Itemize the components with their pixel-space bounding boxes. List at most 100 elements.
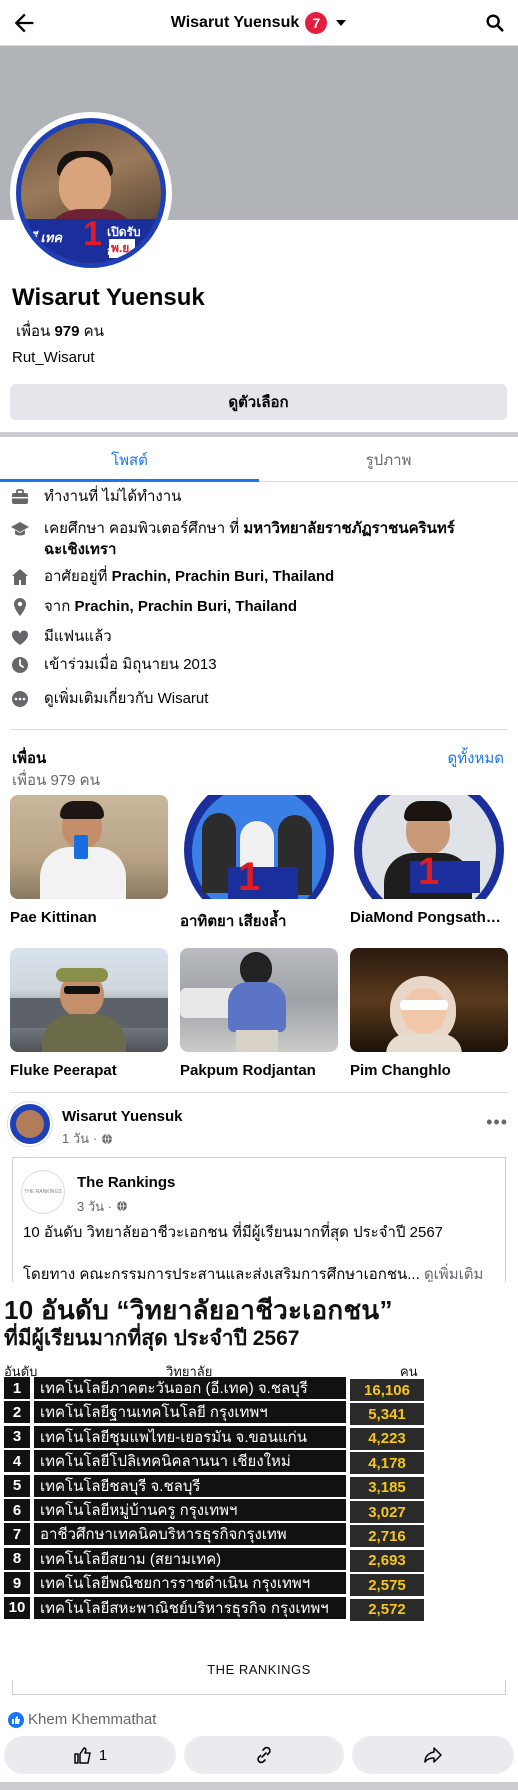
post-author-name[interactable]: Wisarut Yuensuk bbox=[62, 1108, 182, 1125]
lives-place[interactable]: Prachin, Prachin Buri, Thailand bbox=[112, 568, 335, 585]
top-bar: Wisarut Yuensuk 7 bbox=[0, 0, 518, 46]
notification-badge: 7 bbox=[305, 12, 328, 34]
post-meta: 1 วัน · bbox=[62, 1128, 113, 1149]
friend-name[interactable]: DiaMond Pongsathorn bbox=[350, 909, 508, 926]
friend-photo[interactable]: 1 bbox=[180, 795, 338, 899]
friend-photo[interactable] bbox=[10, 795, 168, 899]
ranking-number: 3 bbox=[4, 1425, 30, 1448]
ranking-college-name: เทคโนโลยีสยาม (สยามเทค) bbox=[34, 1547, 346, 1570]
globe-icon bbox=[116, 1200, 127, 1212]
profile-tabs: โพสต์ รูปภาพ bbox=[0, 438, 518, 482]
ranking-row: 1 เทคโนโลยีภาคตะวันออก (อี.เทค) จ.ชลบุรี 1… bbox=[4, 1377, 504, 1401]
from-prefix: จาก bbox=[44, 598, 75, 615]
friend-photo[interactable] bbox=[350, 948, 508, 1052]
friends-summary[interactable]: เพื่อน 979 คน bbox=[16, 319, 104, 343]
from-place[interactable]: Prachin, Prachin Buri, Thailand bbox=[74, 598, 297, 615]
ranking-student-count: 16,106 bbox=[350, 1379, 424, 1401]
avatar: อี.เทค 1 เปิดรับสมัคร พ.ย. bbox=[16, 118, 166, 268]
post-image-rankings[interactable]: 10 อันดับ “วิทยาลัยอาชีวะเอกชน” ที่มีผู้… bbox=[0, 1282, 518, 1680]
ranking-row: 4 เทคโนโลยีโปลิเทคนิคลานนา เชียงใหม่ 4,178 bbox=[4, 1450, 504, 1475]
friend-card[interactable]: Pim Changhlo bbox=[350, 948, 508, 1079]
ranking-number: 7 bbox=[4, 1523, 30, 1546]
ranking-row: 3 เทคโนโลยีชุมแพไทย-เยอรมัน จ.ขอนแก่น 4,22… bbox=[4, 1425, 504, 1450]
friend-photo[interactable] bbox=[180, 948, 338, 1052]
profile-name: Wisarut Yuensuk bbox=[12, 284, 205, 311]
shared-post-excerpt: โดยทาง คณะกรรมการประสานและส่งเสริมการศึก… bbox=[23, 1266, 420, 1283]
options-button[interactable]: ดูตัวเลือก bbox=[10, 384, 507, 420]
friends-title: เพื่อน bbox=[12, 750, 47, 767]
work-text: ทำงานที่ ไม่ได้ทำงาน bbox=[44, 488, 182, 505]
section-separator bbox=[0, 1782, 518, 1790]
shared-author-name[interactable]: The Rankings bbox=[77, 1174, 175, 1191]
joined-text: เข้าร่วมเมื่อ มิถุนายน 2013 bbox=[44, 656, 217, 673]
post-author-avatar[interactable] bbox=[8, 1102, 52, 1146]
ranking-row: 7 อาชีวศึกษาเทคนิคบริหารธุรกิจกรุงเทพ 2,71… bbox=[4, 1523, 504, 1548]
ranking-number: 6 bbox=[4, 1499, 30, 1521]
briefcase-icon bbox=[12, 489, 28, 504]
ranking-number: 10 bbox=[4, 1596, 30, 1619]
like-reaction-icon bbox=[8, 1711, 24, 1728]
profile-picture[interactable]: อี.เทค 1 เปิดรับสมัคร พ.ย. bbox=[10, 112, 172, 274]
friend-card[interactable]: 1 DiaMond Pongsathorn bbox=[350, 795, 508, 926]
ranking-college-name: เทคโนโลยีสหะพาณิชย์บริหารธุรกิจ กรุงเทพฯ bbox=[34, 1596, 346, 1619]
like-icon bbox=[74, 1747, 91, 1764]
username: Rut_Wisarut bbox=[12, 349, 95, 366]
post-time[interactable]: 1 วัน bbox=[62, 1128, 89, 1149]
friends-prefix: เพื่อน bbox=[16, 323, 51, 340]
post-options-icon[interactable]: ••• bbox=[486, 1112, 508, 1133]
ranking-number: 4 bbox=[4, 1450, 30, 1473]
rankings-brand: THE RANKINGS bbox=[207, 1662, 311, 1677]
reactions-summary[interactable]: Khem Khemmathat bbox=[8, 1711, 156, 1728]
caret-down-icon[interactable] bbox=[335, 17, 347, 29]
ranking-row: 6 เทคโนโลยีหมู่บ้านครู กรุงเทพฯ 3,027 bbox=[4, 1499, 504, 1523]
avatar-banner-month: พ.ย. bbox=[109, 239, 135, 258]
copy-link-button[interactable] bbox=[184, 1736, 344, 1774]
education-prefix: เคยศึกษา คอมพิวเตอร์ศึกษา ที่ bbox=[44, 520, 244, 537]
friends-count: 979 bbox=[54, 323, 80, 340]
tab-photos[interactable]: รูปภาพ bbox=[259, 438, 518, 481]
ranking-student-count: 3,185 bbox=[350, 1476, 424, 1499]
share-icon bbox=[424, 1747, 442, 1763]
shared-post-time[interactable]: 3 วัน bbox=[77, 1199, 104, 1214]
share-button[interactable] bbox=[352, 1736, 514, 1774]
about-see-more[interactable]: ดูเพิ่มเติมเกี่ยวกับ Wisarut bbox=[10, 688, 208, 709]
home-icon bbox=[12, 569, 28, 585]
ranking-row: 9 เทคโนโลยีพณิชยการราชดำเนิน กรุงเทพฯ 2,57… bbox=[4, 1572, 504, 1597]
see-all-friends-link[interactable]: ดูทั้งหมด bbox=[448, 746, 504, 770]
friend-name[interactable]: Fluke Peerapat bbox=[10, 1062, 168, 1079]
about-lives: อาศัยอยู่ที่ Prachin, Prachin Buri, Thai… bbox=[10, 566, 334, 587]
friend-name[interactable]: Pim Changhlo bbox=[350, 1062, 508, 1079]
ranking-student-count: 2,572 bbox=[350, 1598, 424, 1621]
see-more-about[interactable]: ดูเพิ่มเติมเกี่ยวกับ Wisarut bbox=[44, 688, 208, 709]
ranking-college-name: เทคโนโลยีฐานเทคโนโลยี กรุงเทพฯ bbox=[34, 1401, 346, 1424]
shared-author-avatar[interactable]: THE RANKINGS bbox=[21, 1170, 65, 1214]
friend-card[interactable]: Pae Kittinan bbox=[10, 795, 168, 926]
header-title[interactable]: Wisarut Yuensuk bbox=[171, 14, 300, 32]
lives-prefix: อาศัยอยู่ที่ bbox=[44, 568, 112, 585]
see-more-link[interactable]: ดูเพิ่มเติม bbox=[424, 1266, 483, 1283]
about-from: จาก Prachin, Prachin Buri, Thailand bbox=[10, 596, 297, 617]
ranking-row: 2 เทคโนโลยีฐานเทคโนโลยี กรุงเทพฯ 5,341 bbox=[4, 1401, 504, 1426]
ranking-college-name: เทคโนโลยีชลบุรี จ.ชลบุรี bbox=[34, 1474, 346, 1497]
about-joined: เข้าร่วมเมื่อ มิถุนายน 2013 bbox=[10, 654, 217, 675]
ranking-student-count: 4,223 bbox=[350, 1427, 424, 1450]
friend-name[interactable]: อาทิตยา เสียงล้ำ bbox=[180, 909, 338, 933]
friend-name[interactable]: Pae Kittinan bbox=[10, 909, 168, 926]
search-icon[interactable] bbox=[484, 12, 506, 34]
ranking-college-name: เทคโนโลยีชุมแพไทย-เยอรมัน จ.ขอนแก่น bbox=[34, 1425, 346, 1448]
like-button[interactable]: 1 bbox=[4, 1736, 176, 1774]
friend-card[interactable]: 1 อาทิตยา เสียงล้ำ bbox=[180, 795, 338, 933]
reactor-name[interactable]: Khem Khemmathat bbox=[28, 1711, 156, 1728]
friends-suffix: คน bbox=[83, 323, 104, 340]
ranking-row: 8 เทคโนโลยีสยาม (สยามเทค) 2,693 bbox=[4, 1547, 504, 1572]
friend-photo[interactable]: 1 bbox=[350, 795, 508, 899]
friend-card[interactable]: Pakpum Rodjantan bbox=[180, 948, 338, 1079]
friend-name[interactable]: Pakpum Rodjantan bbox=[180, 1062, 338, 1079]
friend-photo[interactable] bbox=[10, 948, 168, 1052]
about-relationship: มีแฟนแล้ว bbox=[10, 626, 112, 647]
tab-posts[interactable]: โพสต์ bbox=[0, 438, 259, 482]
friend-card[interactable]: Fluke Peerapat bbox=[10, 948, 168, 1079]
globe-icon bbox=[102, 1133, 113, 1144]
ranking-number: 1 bbox=[4, 1377, 30, 1399]
header-title-group[interactable]: Wisarut Yuensuk 7 bbox=[0, 0, 518, 46]
